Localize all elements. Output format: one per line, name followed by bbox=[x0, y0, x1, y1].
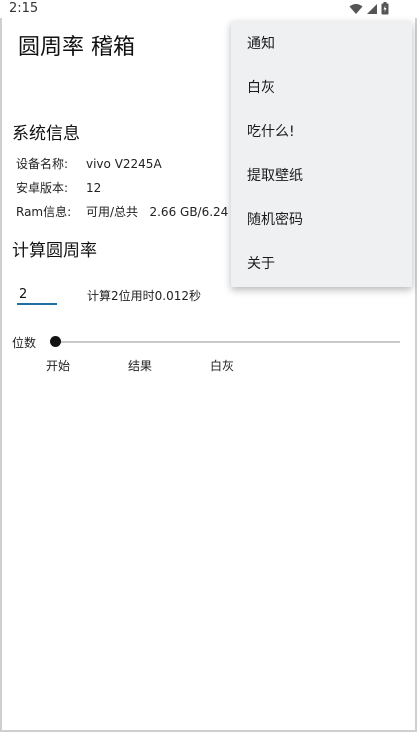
wifi-icon bbox=[349, 3, 363, 14]
info-value: 可用/总共 2.66 GB/6.24 bbox=[86, 205, 229, 219]
battery-icon bbox=[381, 2, 389, 15]
result-button[interactable]: 结果 bbox=[128, 357, 152, 374]
menu-item-label: 吃什么! bbox=[247, 124, 295, 140]
status-bar: 2:15 bbox=[0, 0, 417, 18]
menu-item-label: 随机密码 bbox=[247, 212, 303, 228]
calc-title: 计算圆周率 bbox=[12, 241, 97, 261]
menu-item-eat[interactable]: 吃什么! bbox=[231, 109, 412, 153]
app-screen: 2:15 圆周率 稽箱 系统信息 设备名称: vivo V2245A 安卓版本: 1… bbox=[0, 0, 417, 732]
menu-item-gray[interactable]: 白灰 bbox=[231, 65, 412, 109]
info-label: 设备名称: bbox=[16, 157, 69, 171]
menu-item-about[interactable]: 关于 bbox=[231, 241, 412, 285]
info-row-ram: Ram信息: 可用/总共 2.66 GB/6.24 bbox=[16, 203, 228, 220]
frame-border-left bbox=[0, 18, 2, 730]
info-label: Ram信息: bbox=[16, 205, 72, 219]
status-icons bbox=[349, 2, 389, 15]
digits-slider-track[interactable] bbox=[55, 341, 400, 343]
menu-item-notify[interactable]: 通知 bbox=[231, 21, 412, 65]
menu-item-wallpaper[interactable]: 提取壁纸 bbox=[231, 153, 412, 197]
menu-item-label: 关于 bbox=[247, 256, 275, 272]
signal-icon bbox=[367, 3, 377, 14]
system-info-title: 系统信息 bbox=[12, 124, 80, 144]
menu-item-label: 白灰 bbox=[247, 80, 275, 96]
digits-label: 位数 bbox=[12, 336, 37, 350]
info-value: 12 bbox=[86, 181, 102, 195]
menu-item-label: 通知 bbox=[247, 36, 275, 52]
app-title: 圆周率 稽箱 bbox=[18, 35, 135, 60]
menu-item-label: 提取壁纸 bbox=[247, 168, 303, 184]
overflow-menu: 通知 白灰 吃什么! 提取壁纸 随机密码 关于 bbox=[231, 21, 412, 287]
info-row-device: 设备名称: vivo V2245A bbox=[16, 155, 162, 172]
start-button[interactable]: 开始 bbox=[46, 357, 70, 374]
info-row-android: 安卓版本: 12 bbox=[16, 179, 101, 196]
status-time: 2:15 bbox=[9, 1, 39, 16]
info-label: 安卓版本: bbox=[16, 181, 69, 195]
info-value: vivo V2245A bbox=[86, 157, 162, 171]
calc-result-text: 计算2位用时0.012秒 bbox=[87, 289, 201, 303]
menu-item-random-password[interactable]: 随机密码 bbox=[231, 197, 412, 241]
gray-button[interactable]: 白灰 bbox=[210, 357, 234, 374]
digits-input[interactable] bbox=[17, 285, 57, 305]
digits-slider-thumb[interactable] bbox=[50, 336, 61, 347]
